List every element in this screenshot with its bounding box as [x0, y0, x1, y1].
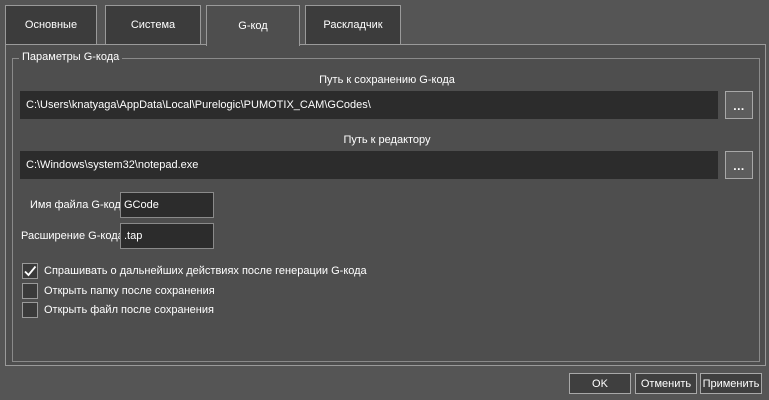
- gcode-parameters-group: Параметры G-кода Путь к сохранению G-код…: [12, 51, 760, 362]
- open-file-label: Открыть файл после сохранения: [44, 304, 214, 316]
- tab-general[interactable]: Основные: [5, 5, 97, 45]
- cancel-button[interactable]: Отменить: [635, 373, 697, 394]
- save-path-input[interactable]: C:\Users\knatyaga\AppData\Local\Purelogi…: [20, 91, 718, 119]
- tab-label: Система: [130, 19, 176, 31]
- tab-nesting[interactable]: Раскладчик: [305, 5, 401, 45]
- tab-bar: Основные Система G-код Раскладчик: [5, 5, 765, 46]
- save-path-caption: Путь к сохранению G-кода: [319, 74, 455, 86]
- editor-path-caption: Путь к редактору: [343, 134, 431, 146]
- open-folder-checkbox[interactable]: [22, 283, 38, 299]
- open-folder-option: Открыть папку после сохранения: [22, 283, 215, 299]
- filename-label: Имя файла G-кода: [30, 199, 127, 211]
- tab-system[interactable]: Система: [105, 5, 201, 45]
- editor-path-browse-button[interactable]: ...: [725, 151, 753, 179]
- extension-input[interactable]: .tap: [120, 223, 214, 249]
- ask-actions-checkbox[interactable]: [22, 263, 38, 279]
- tab-label: Основные: [24, 19, 78, 31]
- open-folder-label: Открыть папку после сохранения: [44, 285, 215, 297]
- editor-path-input[interactable]: C:\Windows\system32\notepad.exe: [20, 151, 718, 179]
- tab-gcode[interactable]: G-код: [206, 5, 300, 46]
- settings-window: Основные Система G-код Раскладчик Параме…: [0, 0, 769, 400]
- ask-actions-label: Спрашивать о дальнейших действиях после …: [44, 265, 367, 277]
- checkmark-icon: [24, 265, 37, 277]
- open-file-option: Открыть файл после сохранения: [22, 302, 214, 318]
- open-file-checkbox[interactable]: [22, 302, 38, 318]
- filename-input[interactable]: GCode: [120, 192, 214, 218]
- group-title: Параметры G-кода: [19, 51, 123, 63]
- extension-label: Расширение G-кода: [21, 230, 124, 242]
- ask-actions-option: Спрашивать о дальнейших действиях после …: [22, 263, 367, 279]
- gcode-settings-pane: Параметры G-кода Путь к сохранению G-код…: [5, 44, 766, 366]
- tab-label: G-код: [238, 20, 268, 32]
- tab-label: Раскладчик: [323, 19, 383, 31]
- ok-button[interactable]: OK: [569, 373, 631, 394]
- save-path-browse-button[interactable]: ...: [725, 91, 753, 119]
- apply-button[interactable]: Применить: [700, 373, 762, 394]
